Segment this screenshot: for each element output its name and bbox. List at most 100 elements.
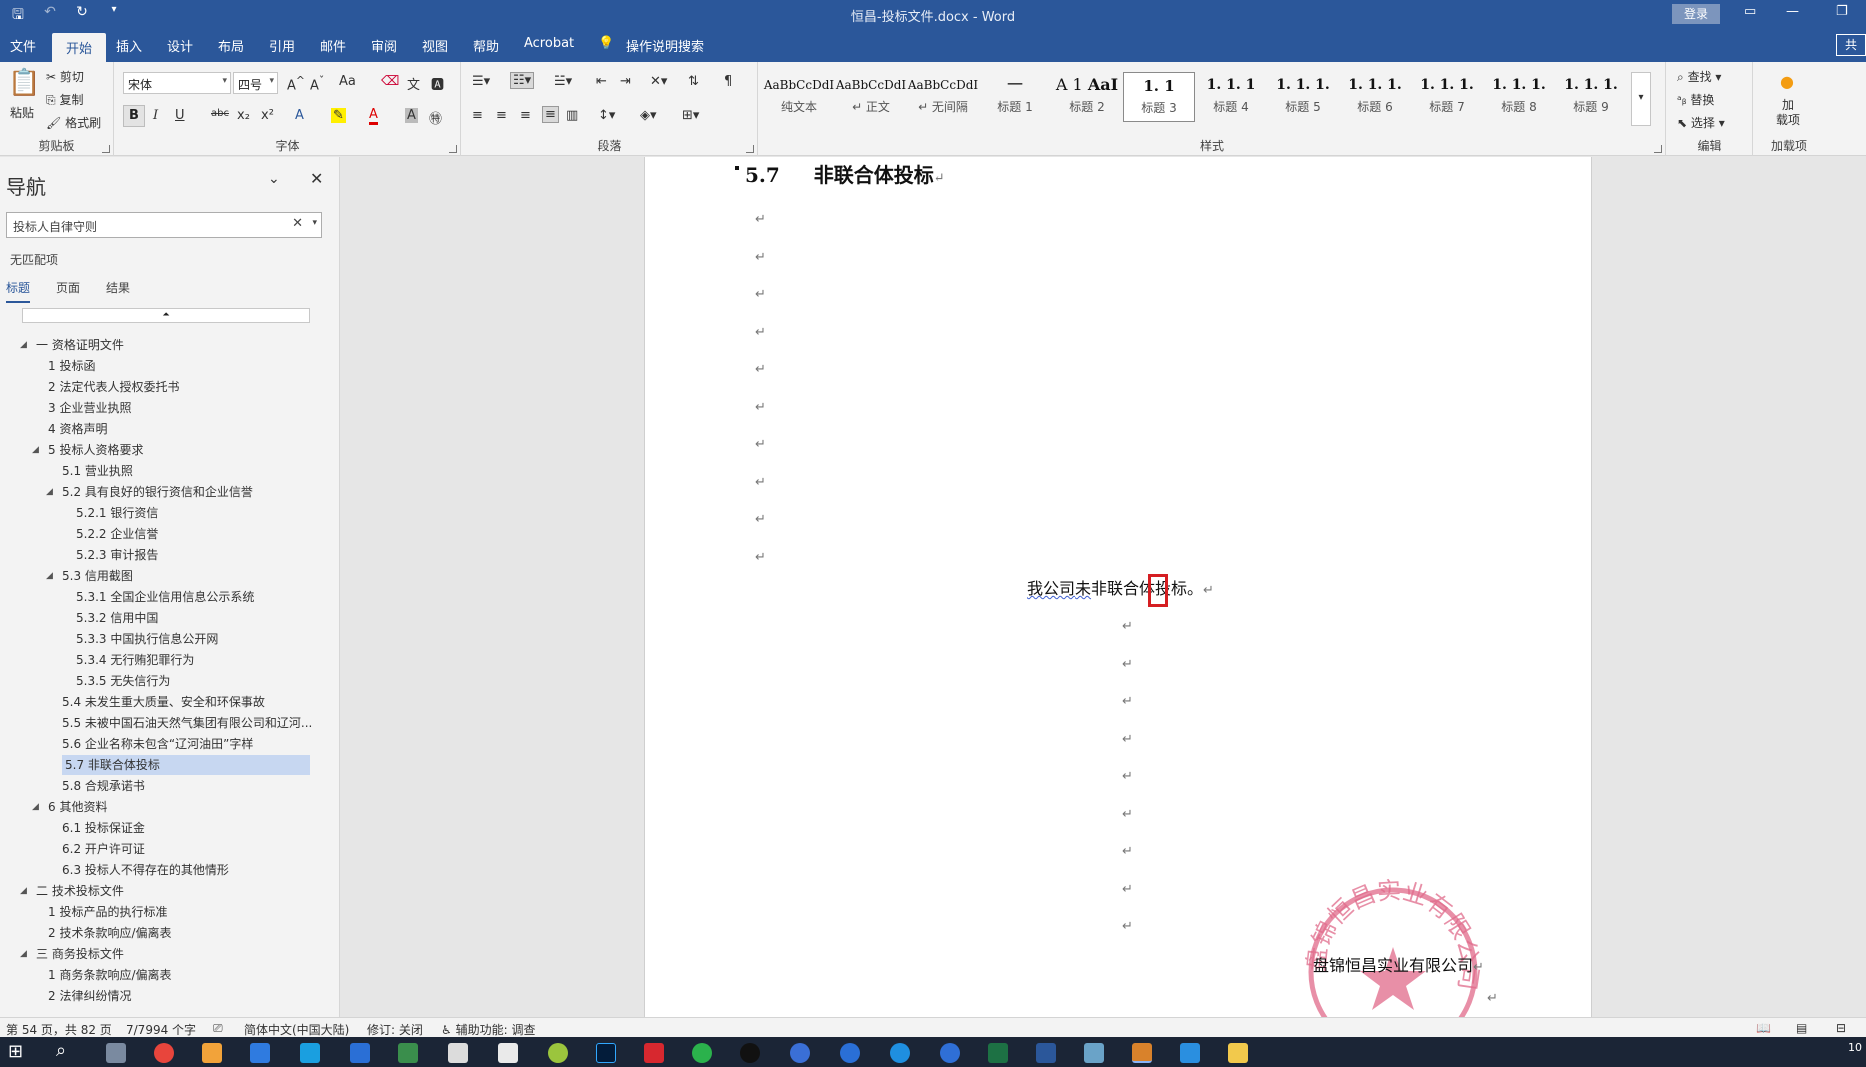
char-shading-icon[interactable]: A <box>405 108 418 123</box>
style-heading-7[interactable]: 1. 1. 1. 标题 7 <box>1411 72 1483 122</box>
proofing-icon[interactable]: ⎚ <box>213 1021 223 1036</box>
app-icon[interactable] <box>300 1043 320 1063</box>
minimize-icon[interactable]: — <box>1786 4 1799 19</box>
style-no-spacing[interactable]: AaBbCcDdI ↵ 无间隔 <box>907 72 979 122</box>
nav-heading-item[interactable]: 5.3.2 信用中国 <box>76 608 158 628</box>
clear-format-icon[interactable]: ⌫ <box>381 74 399 89</box>
clipboard-launcher[interactable] <box>102 145 110 153</box>
bold-button[interactable]: B <box>123 105 145 127</box>
text-effects-icon[interactable]: A <box>295 108 304 123</box>
highlight-icon[interactable]: ✎ <box>331 108 346 123</box>
collapse-triangle-icon[interactable]: ◢ <box>32 440 39 460</box>
collapse-triangle-icon[interactable]: ◢ <box>20 881 27 901</box>
strikethrough-button[interactable]: abc <box>211 108 229 119</box>
tab-layout[interactable]: 布局 <box>218 36 244 55</box>
print-layout-icon[interactable]: ▤ <box>1796 1021 1807 1035</box>
folder-icon[interactable] <box>1228 1043 1248 1063</box>
nav-heading-item[interactable]: ◢ 三 商务投标文件 <box>20 944 124 964</box>
style-heading-6[interactable]: 1. 1. 1. 标题 6 <box>1339 72 1411 122</box>
close-icon[interactable]: ✕ <box>310 169 323 188</box>
tab-view[interactable]: 视图 <box>422 36 448 55</box>
nav-heading-item[interactable]: ◢ 6 其他资料 <box>32 797 107 817</box>
sort-icon[interactable]: ⇅ <box>688 74 699 89</box>
distributed-icon[interactable]: ▥ <box>566 108 578 123</box>
borders-icon[interactable]: ⊞▾ <box>682 108 699 123</box>
app-icon[interactable] <box>940 1043 960 1063</box>
style-heading-9[interactable]: 1. 1. 1. 标题 9 <box>1555 72 1627 122</box>
italic-button[interactable]: I <box>153 108 158 123</box>
superscript-button[interactable]: x² <box>261 108 274 123</box>
align-right-icon[interactable]: ≡ <box>520 108 531 123</box>
shrink-font-icon[interactable]: Aˇ <box>310 74 324 93</box>
tab-file[interactable]: 文件 <box>10 36 36 55</box>
nav-heading-item[interactable]: 5.3.5 无失信行为 <box>76 671 170 691</box>
change-case-button[interactable]: Aa <box>339 74 356 89</box>
language[interactable]: 简体中文(中国大陆) <box>244 1021 349 1038</box>
pinyin-icon[interactable]: 文 <box>407 74 420 93</box>
bullets-icon[interactable]: ☰▾ <box>472 74 490 89</box>
word-count[interactable]: 7/7994 个字 <box>126 1021 196 1038</box>
copy-button[interactable]: ⎘ 复制 <box>46 91 83 108</box>
paste-icon[interactable]: 📋 <box>8 68 40 98</box>
nav-heading-item[interactable]: 5.3.4 无行贿犯罪行为 <box>76 650 194 670</box>
style-plain-text[interactable]: AaBbCcDdI 纯文本 <box>763 72 835 122</box>
align-center-icon[interactable]: ≡ <box>496 108 507 123</box>
nav-heading-item[interactable]: 5.3.3 中国执行信息公开网 <box>76 629 218 649</box>
read-mode-icon[interactable]: 📖 <box>1756 1021 1771 1035</box>
app-icon[interactable] <box>448 1043 468 1063</box>
justify-icon[interactable]: ≡ <box>542 106 559 123</box>
nav-heading-item[interactable]: 6.1 投标保证金 <box>62 818 145 838</box>
tab-results[interactable]: 结果 <box>106 279 130 296</box>
nav-heading-item[interactable]: 5.2.2 企业信誉 <box>76 524 158 544</box>
multilevel-list-icon[interactable]: ☱▾ <box>554 74 572 89</box>
share-button[interactable]: 共 <box>1836 34 1866 56</box>
tab-insert[interactable]: 插入 <box>116 36 142 55</box>
paste-button[interactable]: 粘贴 <box>10 104 34 121</box>
subscript-button[interactable]: x₂ <box>237 108 250 123</box>
style-heading-1[interactable]: 一标题 1 <box>979 72 1051 122</box>
tell-me-search[interactable]: 操作说明搜索 <box>626 36 704 55</box>
clock[interactable]: 10 <box>1848 1041 1862 1054</box>
style-heading-4[interactable]: 1. 1. 1 标题 4 <box>1195 72 1267 122</box>
nav-heading-item[interactable]: ◢ 一 资格证明文件 <box>20 335 124 355</box>
nav-heading-item[interactable]: 5.7 非联合体投标 <box>62 755 310 775</box>
tab-pages[interactable]: 页面 <box>56 279 80 296</box>
app-icon[interactable] <box>790 1043 810 1063</box>
font-launcher[interactable] <box>449 145 457 153</box>
nav-heading-item[interactable]: ◢ 5.3 信用截图 <box>46 566 133 586</box>
nav-heading-item[interactable]: 5.2.3 审计报告 <box>76 545 158 565</box>
chevron-down-icon[interactable]: ⌄ <box>268 171 280 187</box>
excel-icon[interactable] <box>988 1043 1008 1063</box>
tab-references[interactable]: 引用 <box>269 36 295 55</box>
app-icon[interactable] <box>398 1043 418 1063</box>
scroll-up-icon[interactable]: ⏶ <box>22 308 310 323</box>
qq-icon[interactable] <box>740 1043 760 1063</box>
style-heading-3[interactable]: 1. 1 标题 3 <box>1123 72 1195 122</box>
search-icon[interactable]: ⌕ <box>56 1040 76 1061</box>
nav-heading-item[interactable]: 1 投标函 <box>48 356 95 376</box>
find-button[interactable]: ⌕ 查找 ▾ <box>1677 68 1721 85</box>
increase-indent-icon[interactable]: ⇥ <box>620 74 631 89</box>
style-heading-2[interactable]: A 1 AaI 标题 2 <box>1051 72 1123 122</box>
collapse-triangle-icon[interactable]: ◢ <box>20 335 27 355</box>
numbering-icon[interactable]: ☷▾ <box>510 72 535 89</box>
tab-headings[interactable]: 标题 <box>6 279 31 303</box>
nav-heading-item[interactable]: 2 技术条款响应/偏离表 <box>48 923 172 943</box>
styles-more-icon[interactable]: ▾ <box>1631 72 1651 126</box>
acrobat-icon[interactable] <box>644 1043 664 1063</box>
wechat-icon[interactable] <box>692 1043 712 1063</box>
tab-home[interactable]: 开始 <box>52 33 107 62</box>
body-sentence[interactable]: 我公司未 非联合体投标。↵ <box>1027 574 1214 607</box>
nav-search-input[interactable]: 投标人自律守则 ✕ ▾ <box>6 212 322 238</box>
app-icon[interactable] <box>350 1043 370 1063</box>
collapse-triangle-icon[interactable]: ◢ <box>32 797 39 817</box>
ribbon-display-icon[interactable]: ▭ <box>1744 4 1756 19</box>
underline-button[interactable]: U <box>175 108 185 123</box>
enclose-char-icon[interactable]: ㊕ <box>429 108 442 127</box>
nav-heading-item[interactable]: 5.1 营业执照 <box>62 461 133 481</box>
addins-button[interactable]: 加 载项 <box>1776 98 1800 128</box>
app-icon[interactable] <box>1132 1043 1152 1063</box>
section-heading[interactable]: 5.7 非联合体投标↵ <box>735 159 945 188</box>
font-name-combo[interactable]: 宋体 ▾ <box>123 72 231 94</box>
track-changes-status[interactable]: 修订: 关闭 <box>367 1021 423 1038</box>
